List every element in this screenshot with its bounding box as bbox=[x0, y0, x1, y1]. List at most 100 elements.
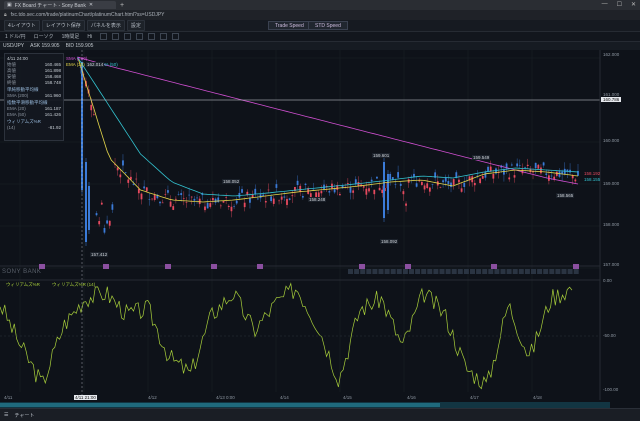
candle bbox=[182, 198, 185, 199]
candle bbox=[140, 193, 143, 200]
candle bbox=[516, 163, 519, 167]
event-cell bbox=[573, 269, 579, 274]
candle bbox=[534, 162, 537, 169]
scrollbar-thumb[interactable] bbox=[0, 403, 440, 407]
wr-tick: -100.00 bbox=[603, 387, 619, 392]
candle bbox=[143, 186, 146, 189]
candle bbox=[365, 188, 368, 195]
candle bbox=[169, 201, 172, 207]
candle bbox=[127, 179, 130, 183]
candle bbox=[153, 194, 156, 200]
candle bbox=[151, 198, 153, 200]
candle bbox=[333, 189, 336, 193]
annotation-label: 158.052 bbox=[222, 179, 241, 184]
chart-tab-button[interactable]: チャート bbox=[14, 412, 34, 419]
candle bbox=[452, 179, 455, 185]
annotation-label: 157.412 bbox=[90, 252, 109, 257]
candle bbox=[124, 172, 127, 173]
candle bbox=[251, 194, 254, 198]
event-cell bbox=[451, 269, 457, 274]
event-cell bbox=[457, 269, 463, 274]
candle bbox=[103, 228, 106, 233]
candle bbox=[391, 177, 394, 180]
candle bbox=[161, 202, 164, 204]
candle bbox=[479, 178, 482, 184]
candle bbox=[85, 162, 87, 242]
candle bbox=[262, 194, 265, 196]
time-tick: 4/15 bbox=[343, 395, 352, 400]
event-cell bbox=[561, 269, 567, 274]
candle bbox=[394, 184, 397, 185]
candle bbox=[180, 193, 183, 196]
main-plot-bg bbox=[0, 50, 600, 266]
price-tick: 158.000 bbox=[603, 222, 620, 227]
candle bbox=[418, 180, 421, 182]
candle bbox=[98, 221, 101, 225]
candle bbox=[283, 196, 286, 198]
event-marker bbox=[573, 264, 579, 269]
event-marker bbox=[165, 264, 171, 269]
candle bbox=[100, 202, 103, 205]
candle bbox=[503, 169, 505, 175]
candle bbox=[235, 200, 238, 204]
time-tick: 4/12 bbox=[148, 395, 157, 400]
candle bbox=[399, 183, 402, 186]
candle bbox=[209, 203, 212, 207]
event-cell bbox=[390, 269, 396, 274]
event-cell bbox=[463, 269, 469, 274]
candle bbox=[460, 188, 463, 192]
candle bbox=[243, 202, 246, 208]
price-tick: 162.000 bbox=[603, 52, 620, 57]
candle bbox=[159, 201, 161, 204]
event-marker bbox=[359, 264, 365, 269]
candle bbox=[423, 185, 426, 190]
candle bbox=[413, 173, 415, 177]
candle bbox=[241, 189, 243, 193]
time-tick: 4/11 bbox=[4, 395, 13, 400]
event-cell bbox=[494, 269, 500, 274]
candle bbox=[264, 200, 267, 203]
info-sma200: SMA (200) 161.960 bbox=[7, 93, 61, 98]
candle bbox=[188, 194, 191, 196]
candle bbox=[267, 189, 270, 191]
candle bbox=[370, 179, 373, 182]
candle bbox=[225, 197, 228, 198]
candle bbox=[542, 162, 545, 166]
event-cell bbox=[445, 269, 451, 274]
menu-icon[interactable]: ☰ bbox=[4, 412, 8, 418]
candle bbox=[111, 204, 114, 210]
candle bbox=[405, 203, 407, 206]
event-cell bbox=[537, 269, 543, 274]
event-cell bbox=[524, 269, 530, 274]
watermark-logo: SONY BANK bbox=[2, 269, 42, 275]
event-cell bbox=[433, 269, 439, 274]
event-cell bbox=[396, 269, 402, 274]
candle bbox=[421, 181, 423, 185]
candle bbox=[122, 160, 124, 166]
candle bbox=[487, 166, 489, 172]
event-cell bbox=[421, 269, 427, 274]
time-tick: 4/18 bbox=[533, 395, 542, 400]
current-price-label: 160.786 bbox=[601, 97, 622, 102]
event-cell bbox=[439, 269, 445, 274]
candle bbox=[415, 183, 418, 187]
candle bbox=[537, 164, 540, 169]
candle bbox=[246, 191, 249, 195]
candle bbox=[278, 200, 280, 202]
info-panel: 4/11 24:00 始値 160.465 高値 161.898 安値 158.468… bbox=[4, 53, 64, 141]
candle bbox=[108, 220, 111, 226]
candle bbox=[204, 206, 206, 211]
candle bbox=[346, 183, 349, 185]
candle bbox=[164, 194, 167, 195]
annotation-label: 158.092 bbox=[380, 239, 399, 244]
candle bbox=[387, 174, 389, 210]
candle bbox=[304, 183, 307, 185]
candle bbox=[301, 196, 304, 198]
candle bbox=[135, 178, 138, 180]
candle bbox=[119, 174, 122, 178]
candle bbox=[397, 172, 400, 178]
price-tick: 157.000 bbox=[603, 262, 620, 267]
candle bbox=[389, 173, 392, 180]
candle bbox=[148, 199, 151, 200]
right-price-label: 158.192 bbox=[584, 171, 601, 176]
